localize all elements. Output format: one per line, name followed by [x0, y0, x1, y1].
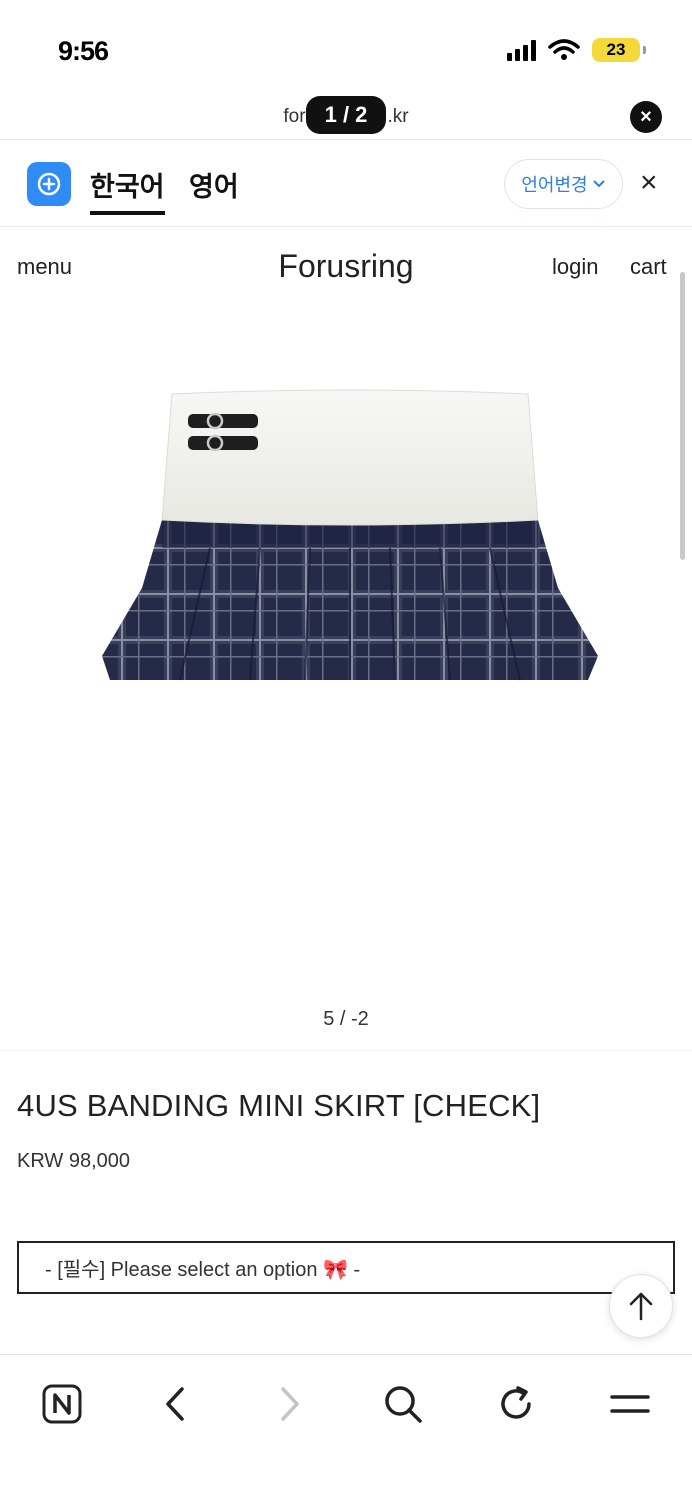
- translate-logo-icon: [27, 162, 71, 206]
- wifi-icon: [548, 39, 580, 60]
- menu-icon[interactable]: [605, 1379, 655, 1429]
- address-bar[interactable]: for .kr 1 / 2 ×: [0, 92, 692, 140]
- close-icon[interactable]: ×: [630, 101, 662, 133]
- login-link[interactable]: login: [552, 254, 598, 280]
- change-language-button[interactable]: 언어변경: [504, 159, 623, 209]
- status-bar: 9:56 23: [0, 0, 692, 90]
- product-title: 4US BANDING MINI SKIRT [CHECK]: [17, 1088, 541, 1123]
- browser-toolbar: [0, 1354, 692, 1500]
- page-scrollbar[interactable]: [680, 272, 685, 560]
- change-language-label: 언어변경: [521, 175, 588, 195]
- translate-close-icon[interactable]: ×: [640, 168, 658, 198]
- slide-counter: 5 / -2: [323, 1008, 369, 1030]
- scroll-to-top-button[interactable]: [609, 1274, 673, 1338]
- forward-icon[interactable]: [265, 1379, 315, 1429]
- tab-korean[interactable]: 한국어: [90, 165, 165, 215]
- tab-english[interactable]: 영어: [189, 165, 239, 215]
- option-select[interactable]: - [필수] Please select an option 🎀 -: [17, 1241, 675, 1294]
- arrow-up-icon: [629, 1292, 653, 1321]
- battery-icon: 23: [592, 38, 646, 62]
- chevron-down-icon: [592, 180, 605, 188]
- url-suffix: .kr: [387, 106, 409, 127]
- page-indicator: 1 / 2: [306, 96, 386, 134]
- status-indicators: 23: [507, 38, 646, 62]
- url-prefix: for: [283, 106, 306, 127]
- site-header: menu Forusring login cart: [0, 228, 692, 308]
- translate-bar: 한국어 영어 언어변경 ×: [0, 141, 692, 227]
- battery-level: 23: [606, 40, 626, 59]
- cellular-signal-icon: [507, 39, 536, 61]
- product-image[interactable]: [100, 388, 600, 693]
- refresh-icon[interactable]: [491, 1379, 541, 1429]
- divider: [0, 1050, 692, 1051]
- naver-home-icon[interactable]: [37, 1379, 87, 1429]
- search-icon[interactable]: [378, 1379, 428, 1429]
- status-time: 9:56: [58, 36, 109, 66]
- cart-link[interactable]: cart: [630, 254, 667, 280]
- product-price: KRW 98,000: [17, 1150, 131, 1172]
- back-icon[interactable]: [150, 1379, 200, 1429]
